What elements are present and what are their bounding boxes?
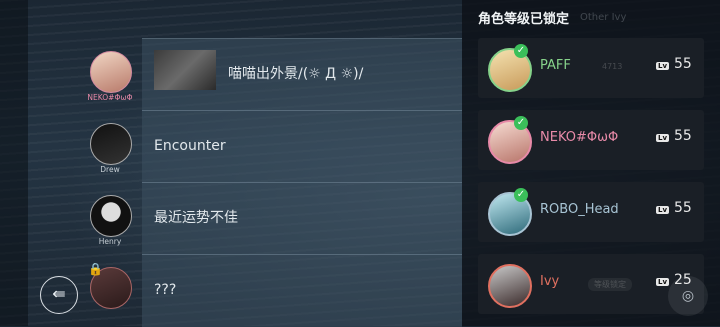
character-avatar xyxy=(488,264,532,308)
list-item[interactable]: NEKO#ΦωΦ 喵喵出外景/(☼ Д ☼)/ xyxy=(28,38,462,111)
song-title: Encounter xyxy=(154,138,226,154)
song-title: 最近运势不佳 xyxy=(154,210,238,226)
left-edge-shade xyxy=(0,0,28,326)
avatar xyxy=(90,123,132,165)
character-name: Ivy xyxy=(540,274,560,289)
level-value: 55 xyxy=(674,56,692,72)
ghost-text: 等级锁定 xyxy=(588,278,632,291)
avatar-name: Drew xyxy=(100,165,120,174)
avatar xyxy=(90,195,132,237)
check-icon: ✓ xyxy=(514,116,528,130)
character-name: PAFF xyxy=(540,58,571,73)
avatar xyxy=(90,51,132,93)
level-badge: Lv xyxy=(656,62,670,70)
song-title: 喵喵出外景/(☼ Д ☼)/ xyxy=(228,66,364,82)
check-icon: ✓ xyxy=(514,188,528,202)
level-value: 55 xyxy=(674,200,692,216)
chat-button[interactable]: ◎ xyxy=(668,276,708,316)
song-thumbnail xyxy=(154,50,216,90)
list-item[interactable]: Henry 最近运势不佳 xyxy=(28,182,462,255)
back-button[interactable]: ⇚ xyxy=(40,276,78,314)
ghost-text: 4713 xyxy=(602,62,623,71)
song-title: ??? xyxy=(154,282,177,298)
character-card[interactable]: ✓ NEKO#ΦωΦ Lv 55 xyxy=(478,110,704,170)
panel-title: 角色等级已锁定 xyxy=(478,12,570,27)
lock-icon: 🔒 xyxy=(88,262,103,276)
check-icon: ✓ xyxy=(514,44,528,58)
level-badge: Lv xyxy=(656,134,670,142)
avatar-name: Henry xyxy=(98,237,122,246)
ghost-text: Other Ivy xyxy=(580,12,627,23)
level-badge: Lv xyxy=(656,206,670,214)
character-name: ROBO_Head xyxy=(540,202,619,217)
level-value: 55 xyxy=(674,128,692,144)
list-item[interactable]: Drew Encounter xyxy=(28,110,462,183)
character-card[interactable]: ✓ PAFF 4713 Lv 55 xyxy=(478,38,704,98)
row-panel xyxy=(142,254,462,327)
character-name: NEKO#ΦωΦ xyxy=(540,130,619,145)
level-badge: Lv xyxy=(656,278,670,286)
character-card[interactable]: ✓ ROBO_Head Lv 55 xyxy=(478,182,704,242)
avatar-name: NEKO#ΦωΦ xyxy=(87,93,133,102)
